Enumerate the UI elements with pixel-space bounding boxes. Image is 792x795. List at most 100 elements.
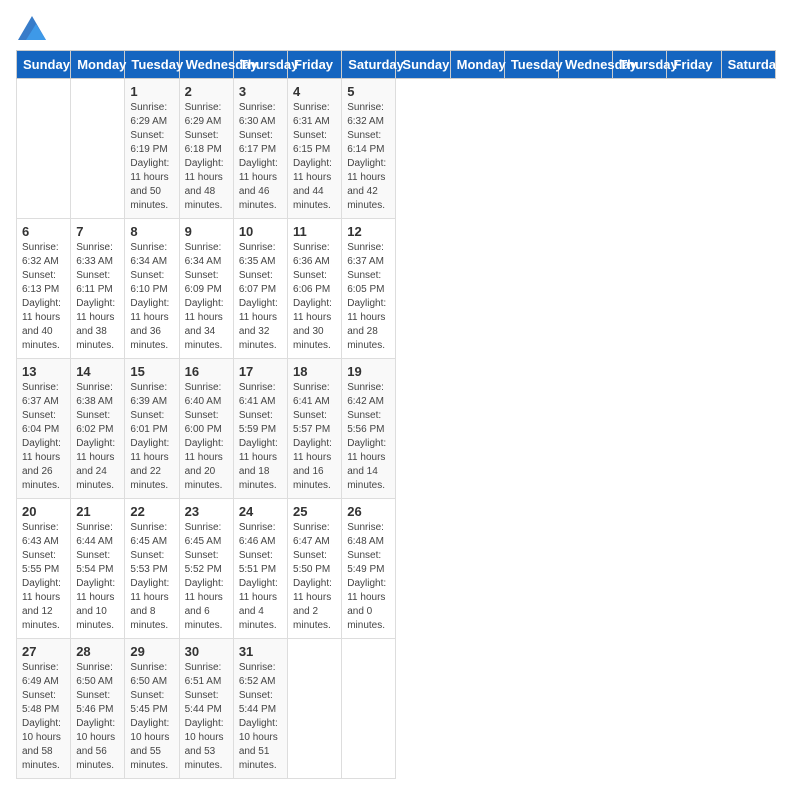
cell-info: Sunrise: 6:49 AMSunset: 5:48 PMDaylight:… xyxy=(22,661,65,773)
cell-date: 18 xyxy=(293,364,336,379)
cell-date: 20 xyxy=(22,504,65,519)
cell-date: 14 xyxy=(76,364,119,379)
cell-info: Sunrise: 6:47 AMSunset: 5:50 PMDaylight:… xyxy=(293,521,336,633)
cell-date: 13 xyxy=(22,364,65,379)
cell-date: 3 xyxy=(239,84,282,99)
cell-info: Sunrise: 6:38 AMSunset: 6:02 PMDaylight:… xyxy=(76,381,119,493)
cell-info: Sunrise: 6:32 AMSunset: 6:14 PMDaylight:… xyxy=(347,101,390,213)
calendar-cell: 4Sunrise: 6:31 AMSunset: 6:15 PMDaylight… xyxy=(288,79,342,219)
cell-date: 2 xyxy=(185,84,228,99)
cell-date: 6 xyxy=(22,224,65,239)
cell-info: Sunrise: 6:46 AMSunset: 5:51 PMDaylight:… xyxy=(239,521,282,633)
calendar-cell: 21 Sunrise: 6:44 AMSunset: 5:54 PMDayligh… xyxy=(71,499,125,639)
week-row-4: 20 Sunrise: 6:43 AMSunset: 5:55 PMDayligh… xyxy=(17,499,776,639)
cell-date: 17 xyxy=(239,364,282,379)
calendar-cell: 16Sunrise: 6:40 AMSunset: 6:00 PMDayligh… xyxy=(179,359,233,499)
calendar-cell xyxy=(288,639,342,779)
cell-date: 23 xyxy=(185,504,228,519)
calendar-cell: 14 Sunrise: 6:38 AMSunset: 6:02 PMDayligh… xyxy=(71,359,125,499)
cell-date: 8 xyxy=(130,224,173,239)
cell-info: Sunrise: 6:31 AMSunset: 6:15 PMDaylight:… xyxy=(293,101,336,213)
cell-info: Sunrise: 6:32 AMSunset: 6:13 PMDaylight:… xyxy=(22,241,65,353)
day-header-tuesday: Tuesday xyxy=(125,51,179,79)
calendar-cell: 27 Sunrise: 6:49 AMSunset: 5:48 PMDayligh… xyxy=(17,639,71,779)
cell-info: Sunrise: 6:36 AMSunset: 6:06 PMDaylight:… xyxy=(293,241,336,353)
day-header-tuesday: Tuesday xyxy=(504,51,558,79)
calendar-cell: 24 Sunrise: 6:46 AMSunset: 5:51 PMDayligh… xyxy=(233,499,287,639)
cell-date: 28 xyxy=(76,644,119,659)
day-header-thursday: Thursday xyxy=(233,51,287,79)
week-row-1: 1Sunrise: 6:29 AMSunset: 6:19 PMDaylight… xyxy=(17,79,776,219)
cell-info: Sunrise: 6:45 AMSunset: 5:53 PMDaylight:… xyxy=(130,521,173,633)
cell-info: Sunrise: 6:40 AMSunset: 6:00 PMDaylight:… xyxy=(185,381,228,493)
cell-info: Sunrise: 6:45 AMSunset: 5:52 PMDaylight:… xyxy=(185,521,228,633)
cell-date: 10 xyxy=(239,224,282,239)
day-header-friday: Friday xyxy=(667,51,721,79)
cell-info: Sunrise: 6:30 AMSunset: 6:17 PMDaylight:… xyxy=(239,101,282,213)
cell-info: Sunrise: 6:51 AMSunset: 5:44 PMDaylight:… xyxy=(185,661,228,773)
calendar-cell: 17 Sunrise: 6:41 AMSunset: 5:59 PMDayligh… xyxy=(233,359,287,499)
cell-date: 21 xyxy=(76,504,119,519)
cell-info: Sunrise: 6:44 AMSunset: 5:54 PMDaylight:… xyxy=(76,521,119,633)
calendar-cell: 5 Sunrise: 6:32 AMSunset: 6:14 PMDaylight… xyxy=(342,79,396,219)
cell-info: Sunrise: 6:42 AMSunset: 5:56 PMDaylight:… xyxy=(347,381,390,493)
calendar-cell xyxy=(71,79,125,219)
cell-date: 5 xyxy=(347,84,390,99)
cell-date: 11 xyxy=(293,224,336,239)
cell-info: Sunrise: 6:41 AMSunset: 5:59 PMDaylight:… xyxy=(239,381,282,493)
cell-date: 24 xyxy=(239,504,282,519)
cell-info: Sunrise: 6:43 AMSunset: 5:55 PMDaylight:… xyxy=(22,521,65,633)
calendar-cell: 22 Sunrise: 6:45 AMSunset: 5:53 PMDayligh… xyxy=(125,499,179,639)
cell-date: 22 xyxy=(130,504,173,519)
calendar-cell: 11 Sunrise: 6:36 AMSunset: 6:06 PMDayligh… xyxy=(288,219,342,359)
cell-info: Sunrise: 6:50 AMSunset: 5:46 PMDaylight:… xyxy=(76,661,119,773)
week-row-3: 13Sunrise: 6:37 AMSunset: 6:04 PMDayligh… xyxy=(17,359,776,499)
cell-info: Sunrise: 6:33 AMSunset: 6:11 PMDaylight:… xyxy=(76,241,119,353)
calendar-cell: 13Sunrise: 6:37 AMSunset: 6:04 PMDayligh… xyxy=(17,359,71,499)
day-header-saturday: Saturday xyxy=(342,51,396,79)
cell-info: Sunrise: 6:34 AMSunset: 6:09 PMDaylight:… xyxy=(185,241,228,353)
cell-info: Sunrise: 6:50 AMSunset: 5:45 PMDaylight:… xyxy=(130,661,173,773)
logo xyxy=(16,16,46,40)
cell-info: Sunrise: 6:29 AMSunset: 6:18 PMDaylight:… xyxy=(185,101,228,213)
week-row-2: 6 Sunrise: 6:32 AMSunset: 6:13 PMDaylight… xyxy=(17,219,776,359)
week-row-5: 27 Sunrise: 6:49 AMSunset: 5:48 PMDayligh… xyxy=(17,639,776,779)
logo-icon xyxy=(18,16,46,40)
day-header-monday: Monday xyxy=(450,51,504,79)
calendar-cell: 12 Sunrise: 6:37 AMSunset: 6:05 PMDayligh… xyxy=(342,219,396,359)
cell-date: 12 xyxy=(347,224,390,239)
cell-info: Sunrise: 6:29 AMSunset: 6:19 PMDaylight:… xyxy=(130,101,173,213)
calendar-header-row: SundayMondayTuesdayWednesdayThursdayFrid… xyxy=(17,51,776,79)
calendar-cell: 29 Sunrise: 6:50 AMSunset: 5:45 PMDayligh… xyxy=(125,639,179,779)
cell-date: 9 xyxy=(185,224,228,239)
cell-info: Sunrise: 6:39 AMSunset: 6:01 PMDaylight:… xyxy=(130,381,173,493)
cell-date: 29 xyxy=(130,644,173,659)
cell-date: 25 xyxy=(293,504,336,519)
cell-date: 30 xyxy=(185,644,228,659)
day-header-sunday: Sunday xyxy=(396,51,450,79)
calendar-cell: 30 Sunrise: 6:51 AMSunset: 5:44 PMDayligh… xyxy=(179,639,233,779)
day-header-sunday: Sunday xyxy=(17,51,71,79)
calendar-cell: 26Sunrise: 6:48 AMSunset: 5:49 PMDayligh… xyxy=(342,499,396,639)
cell-info: Sunrise: 6:37 AMSunset: 6:05 PMDaylight:… xyxy=(347,241,390,353)
day-header-monday: Monday xyxy=(71,51,125,79)
cell-info: Sunrise: 6:48 AMSunset: 5:49 PMDaylight:… xyxy=(347,521,390,633)
cell-date: 15 xyxy=(130,364,173,379)
day-header-wednesday: Wednesday xyxy=(559,51,613,79)
day-header-thursday: Thursday xyxy=(613,51,667,79)
cell-info: Sunrise: 6:34 AMSunset: 6:10 PMDaylight:… xyxy=(130,241,173,353)
calendar-cell: 6 Sunrise: 6:32 AMSunset: 6:13 PMDaylight… xyxy=(17,219,71,359)
cell-date: 27 xyxy=(22,644,65,659)
calendar-cell: 8 Sunrise: 6:34 AMSunset: 6:10 PMDaylight… xyxy=(125,219,179,359)
calendar-cell: 1Sunrise: 6:29 AMSunset: 6:19 PMDaylight… xyxy=(125,79,179,219)
day-header-friday: Friday xyxy=(288,51,342,79)
calendar-cell: 19 Sunrise: 6:42 AMSunset: 5:56 PMDayligh… xyxy=(342,359,396,499)
page-header xyxy=(16,16,776,40)
calendar-cell: 28 Sunrise: 6:50 AMSunset: 5:46 PMDayligh… xyxy=(71,639,125,779)
calendar-cell xyxy=(17,79,71,219)
day-header-wednesday: Wednesday xyxy=(179,51,233,79)
cell-info: Sunrise: 6:35 AMSunset: 6:07 PMDaylight:… xyxy=(239,241,282,353)
calendar-cell: 15 Sunrise: 6:39 AMSunset: 6:01 PMDayligh… xyxy=(125,359,179,499)
cell-date: 19 xyxy=(347,364,390,379)
calendar-cell: 10 Sunrise: 6:35 AMSunset: 6:07 PMDayligh… xyxy=(233,219,287,359)
